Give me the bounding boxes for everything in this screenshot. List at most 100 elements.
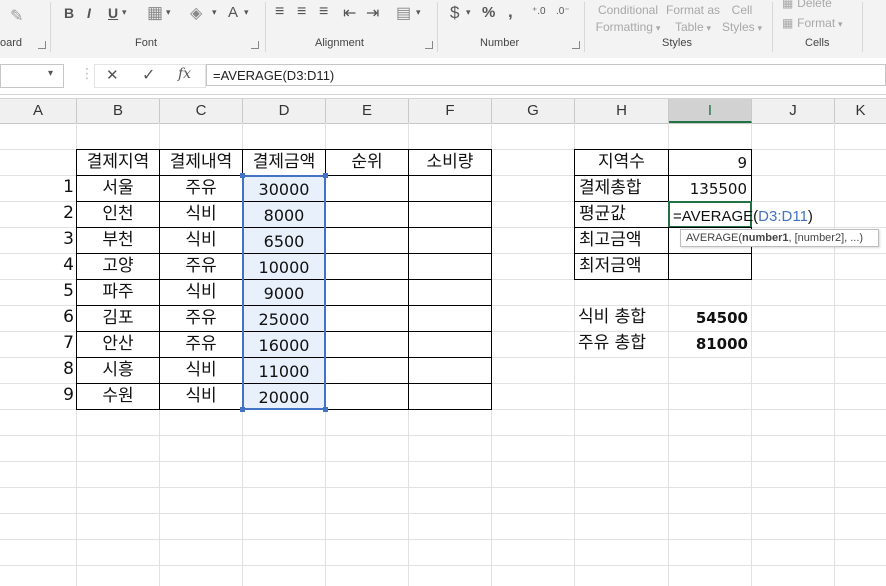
cell-rank[interactable] [325, 227, 409, 254]
range-handle[interactable] [323, 407, 328, 412]
column-header-e[interactable]: E [326, 99, 409, 123]
food-total-label[interactable]: 식비 총합 [574, 305, 669, 331]
format-as-table-button[interactable]: Format as Table ▾ [664, 1, 722, 37]
cell-type[interactable]: 식비 [159, 357, 243, 384]
cell-rank[interactable] [325, 331, 409, 358]
header-rank[interactable]: 순위 [325, 149, 409, 176]
cell-rank[interactable] [325, 357, 409, 384]
cell-consumption[interactable] [408, 253, 492, 280]
merge-center-icon[interactable]: ▤ [396, 3, 411, 23]
delete-button[interactable]: ▦ Delete [782, 0, 832, 11]
summary-total-label[interactable]: 결제총합 [574, 175, 669, 202]
cell-amount[interactable]: 8000 [242, 201, 326, 228]
increase-decimal-icon[interactable]: ⁺.0 [532, 6, 546, 17]
cell-region[interactable]: 시흥 [76, 357, 160, 384]
cell-region[interactable]: 김포 [76, 305, 160, 332]
summary-count-label[interactable]: 지역수 [574, 149, 669, 176]
cell-consumption[interactable] [408, 383, 492, 410]
cell-amount[interactable]: 9000 [242, 279, 326, 306]
cell-amount[interactable]: 20000 [242, 383, 326, 410]
align-center-icon[interactable]: ≡ [297, 3, 306, 21]
cell-styles-button[interactable]: Cell Styles ▾ [720, 1, 764, 37]
fuel-total-label[interactable]: 주유 총합 [574, 331, 669, 357]
cell-consumption[interactable] [408, 357, 492, 384]
percent-button[interactable]: % [482, 4, 495, 21]
format-button[interactable]: ▦ Format ▾ [782, 12, 843, 31]
row-number[interactable]: 9 [0, 383, 77, 410]
cell-region[interactable]: 안산 [76, 331, 160, 358]
cell-amount[interactable]: 6500 [242, 227, 326, 254]
underline-button[interactable]: U [108, 5, 118, 21]
cell-consumption[interactable] [408, 331, 492, 358]
range-handle[interactable] [323, 173, 328, 178]
currency-dropdown-icon[interactable]: ▾ [466, 7, 471, 18]
cell-consumption[interactable] [408, 201, 492, 228]
column-header-b[interactable]: B [77, 99, 160, 123]
cell-rank[interactable] [325, 175, 409, 202]
column-header-g[interactable]: G [492, 99, 575, 123]
row-number[interactable]: 7 [0, 331, 77, 358]
cell-rank[interactable] [325, 201, 409, 228]
summary-count-value[interactable]: 9 [668, 149, 752, 176]
column-header-c[interactable]: C [160, 99, 243, 123]
row-number[interactable]: 2 [0, 201, 77, 228]
cell-type[interactable]: 주유 [159, 305, 243, 332]
cell-amount[interactable]: 16000 [242, 331, 326, 358]
summary-average-label[interactable]: 평균값 [574, 201, 669, 228]
increase-indent-icon[interactable]: ⇥ [366, 3, 379, 23]
bold-button[interactable]: B [64, 5, 74, 21]
cell-consumption[interactable] [408, 305, 492, 332]
alignment-launcher-icon[interactable] [425, 41, 433, 49]
cell-type[interactable]: 주유 [159, 253, 243, 280]
column-header-a[interactable]: A [0, 99, 77, 123]
font-color-dropdown-icon[interactable]: ▾ [244, 7, 249, 18]
row-number[interactable]: 1 [0, 175, 77, 202]
cell-amount[interactable]: 30000 [242, 175, 326, 202]
decrease-indent-icon[interactable]: ⇤ [343, 3, 356, 23]
cancel-button[interactable]: ✕ [106, 66, 119, 84]
cell-rank[interactable] [325, 253, 409, 280]
header-amount[interactable]: 결제금액 [242, 149, 326, 176]
cell-region[interactable]: 서울 [76, 175, 160, 202]
underline-dropdown-icon[interactable]: ▾ [122, 7, 127, 18]
enter-button[interactable]: ✓ [142, 65, 155, 84]
cell-amount[interactable]: 11000 [242, 357, 326, 384]
cell-region[interactable]: 인천 [76, 201, 160, 228]
cell-region[interactable]: 수원 [76, 383, 160, 410]
cell-rank[interactable] [325, 305, 409, 332]
name-box-dropdown-icon[interactable]: ▾ [48, 68, 53, 79]
merge-dropdown-icon[interactable]: ▾ [416, 7, 421, 18]
cell-type[interactable]: 식비 [159, 227, 243, 254]
food-total-value[interactable]: 54500 [668, 305, 752, 331]
cell-type[interactable]: 주유 [159, 175, 243, 202]
cell-consumption[interactable] [408, 227, 492, 254]
borders-icon[interactable]: ▦ [147, 3, 163, 23]
insert-function-button[interactable]: fx [178, 66, 191, 82]
align-right-icon[interactable]: ≡ [319, 3, 328, 21]
formula-input[interactable]: =AVERAGE(D3:D11) [206, 64, 886, 86]
cell-consumption[interactable] [408, 175, 492, 202]
name-box[interactable] [0, 64, 64, 88]
summary-total-value[interactable]: 135500 [668, 175, 752, 202]
column-header-j[interactable]: J [752, 99, 835, 123]
align-left-icon[interactable]: ≡ [275, 3, 284, 21]
comma-button[interactable]: , [508, 2, 513, 22]
cell-rank[interactable] [325, 383, 409, 410]
row-number[interactable]: 8 [0, 357, 77, 384]
row-number[interactable]: 4 [0, 253, 77, 280]
header-type[interactable]: 결제내역 [159, 149, 243, 176]
summary-min-value[interactable] [668, 253, 752, 280]
clipboard-launcher-icon[interactable] [38, 41, 46, 49]
row-number[interactable]: 6 [0, 305, 77, 332]
cell-type[interactable]: 식비 [159, 383, 243, 410]
cell-amount[interactable]: 25000 [242, 305, 326, 332]
fuel-total-value[interactable]: 81000 [668, 331, 752, 357]
column-header-f[interactable]: F [409, 99, 492, 123]
italic-button[interactable]: I [87, 5, 91, 21]
font-color-button[interactable]: A [228, 4, 238, 21]
column-header-i[interactable]: I [669, 99, 752, 123]
header-region[interactable]: 결제지역 [76, 149, 160, 176]
summary-max-label[interactable]: 최고금액 [574, 227, 669, 254]
cell-type[interactable]: 식비 [159, 201, 243, 228]
cell-region[interactable]: 파주 [76, 279, 160, 306]
